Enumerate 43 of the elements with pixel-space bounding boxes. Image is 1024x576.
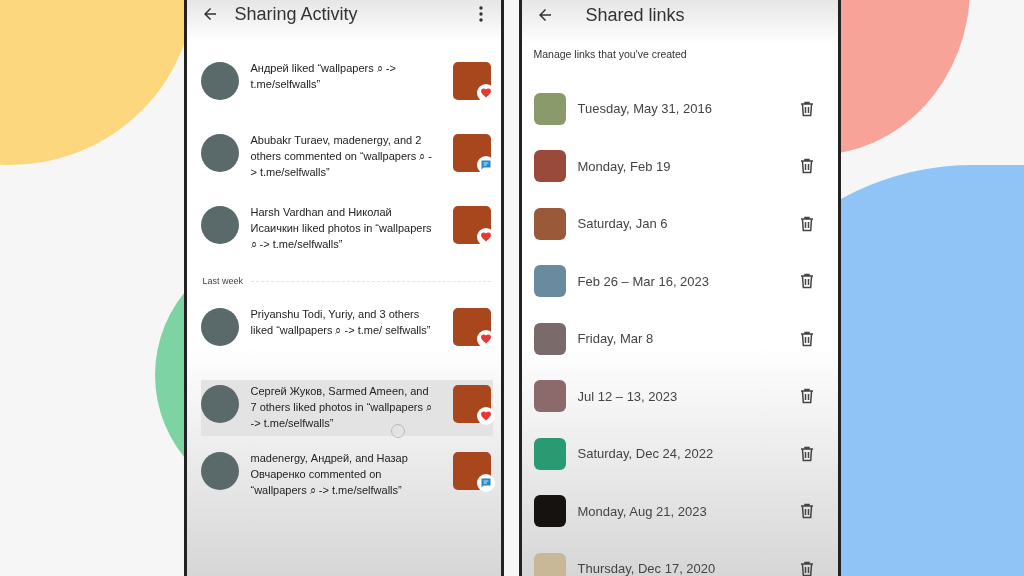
link-date: Jul 12 – 13, 2023 xyxy=(577,388,679,404)
trash-icon xyxy=(799,330,814,347)
photo-placeholder xyxy=(452,206,491,244)
trash-icon xyxy=(799,215,814,232)
activity-text: Сергей Жуков, Sarmed Ameen, and 7 others liked photos in “wallpapers ⌕ -> t.me/selfwalls” xyxy=(250,384,433,431)
link-date: Thursday, Dec 17, 2020 xyxy=(577,561,717,576)
photo-placeholder xyxy=(452,385,491,423)
link-date: Monday, Feb 19 xyxy=(577,158,672,174)
avatar-placeholder xyxy=(200,206,239,244)
activity-text: Priyanshu Todi, Yuriy, and 3 others liked “wallpapers ⌕ -> t.me/ selfwalls” xyxy=(250,307,432,338)
photo-placeholder xyxy=(452,62,491,100)
photo-placeholder xyxy=(452,134,491,172)
trash-icon xyxy=(799,445,814,462)
photo-placeholder xyxy=(452,308,491,346)
trash-icon xyxy=(799,503,814,520)
screen-title: Sharing Activity xyxy=(234,3,359,25)
link-date: Saturday, Jan 6 xyxy=(577,216,669,232)
activity-text: Harsh Vardhan and Николай Исаичкин liked photos in “wallpapers ⌕ -> t.me/selfwalls” xyxy=(250,205,433,252)
avatar-placeholder xyxy=(200,452,239,490)
avatar-placeholder xyxy=(200,134,239,172)
link-date: Friday, Mar 8 xyxy=(577,331,655,347)
link-date: Tuesday, May 31, 2016 xyxy=(577,101,713,117)
link-date: Saturday, Dec 24, 2022 xyxy=(577,446,715,462)
more-options-button[interactable] xyxy=(476,4,485,24)
pressed-row-highlight[interactable]: Сергей Жуков, Sarmed Ameen, and 7 others liked photos in “wallpapers ⌕ -> t.me/selfwalls” xyxy=(200,380,493,436)
activity-text: Abubakr Turaev, madenergy, and 2 others commented on “wallpapers ⌕ -> t.me/selfwalls” xyxy=(250,133,433,180)
screen-title: Shared links xyxy=(585,4,686,26)
more-vertical-icon xyxy=(478,6,483,22)
link-date: Monday, Aug 21, 2023 xyxy=(577,503,708,519)
trash-icon xyxy=(799,273,814,290)
trash-icon xyxy=(799,158,814,175)
avatar-placeholder xyxy=(200,62,239,100)
description-text: Manage links that you've created xyxy=(532,47,688,62)
link-date: Feb 26 – Mar 16, 2023 xyxy=(577,273,711,289)
activity-text: madenergy, Андрей, and Назар Овчаренко commented on “wallpapers ⌕ -> t.me/selfwalls” xyxy=(250,451,409,498)
trash-icon xyxy=(799,388,814,405)
section-header: Last week xyxy=(202,276,244,286)
trash-icon xyxy=(799,560,814,576)
avatar-placeholder xyxy=(200,308,239,346)
activity-text: Андрей liked “wallpapers ⌕ -> t.me/selfwalls” xyxy=(250,61,397,92)
photo-placeholder xyxy=(452,452,491,490)
avatar-placeholder xyxy=(200,385,239,423)
trash-icon xyxy=(799,100,814,117)
